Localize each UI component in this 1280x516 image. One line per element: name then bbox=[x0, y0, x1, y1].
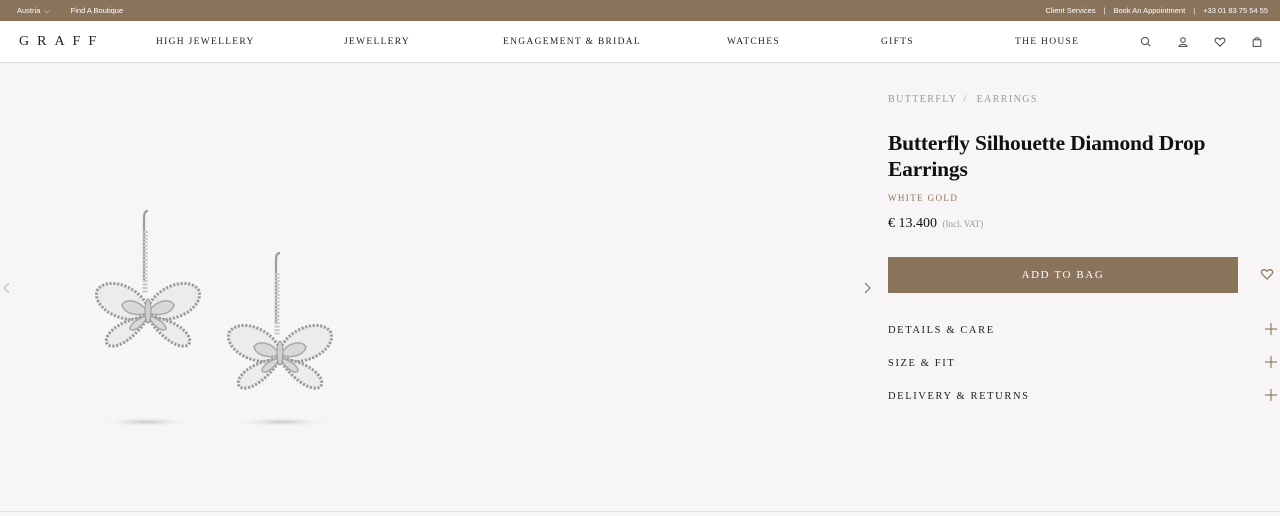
accordion-size-fit[interactable]: SIZE & FIT bbox=[888, 353, 1278, 373]
nav-item-high-jewellery[interactable]: HIGH JEWELLERY bbox=[156, 21, 255, 63]
country-selector[interactable]: Austria ⌵ bbox=[17, 6, 50, 16]
accordion-label: SIZE & FIT bbox=[888, 357, 956, 369]
wishlist-heart-icon[interactable] bbox=[1259, 266, 1275, 282]
graff-logo[interactable]: GRAFF bbox=[19, 21, 104, 63]
product-image-earrings bbox=[80, 141, 360, 451]
top-utility-bar: Austria ⌵ Find A Boutique Client Service… bbox=[0, 0, 1280, 21]
search-icon[interactable] bbox=[1139, 35, 1153, 49]
accordion-label: DETAILS & CARE bbox=[888, 324, 995, 336]
topbar-right: Client Services | Book An Appointment | … bbox=[1045, 0, 1268, 21]
gallery-prev-arrow[interactable] bbox=[0, 281, 14, 295]
breadcrumb-item-butterfly[interactable]: BUTTERFLY bbox=[888, 94, 957, 105]
breadcrumb: BUTTERFLY / EARRINGS bbox=[888, 94, 1038, 105]
product-gallery bbox=[0, 63, 878, 511]
account-icon[interactable] bbox=[1176, 35, 1190, 49]
bag-icon[interactable] bbox=[1250, 35, 1264, 49]
chevron-down-icon: ⌵ bbox=[42, 7, 50, 15]
separator: | bbox=[1193, 6, 1196, 15]
gallery-next-arrow[interactable] bbox=[860, 281, 874, 295]
book-appointment-link[interactable]: Book An Appointment bbox=[1113, 6, 1185, 15]
nav-item-the-house[interactable]: THE HOUSE bbox=[1015, 21, 1079, 63]
find-boutique-link[interactable]: Find A Boutique bbox=[71, 6, 124, 15]
product-metal: WHITE GOLD bbox=[888, 193, 959, 203]
plus-icon bbox=[1264, 355, 1278, 369]
price-value: € 13.400 bbox=[888, 216, 937, 231]
nav-item-watches[interactable]: WATCHES bbox=[727, 21, 780, 63]
separator: | bbox=[1103, 6, 1106, 15]
accordion-label: DELIVERY & RETURNS bbox=[888, 390, 1030, 402]
product-price: € 13.400 (Incl. VAT) bbox=[888, 216, 983, 232]
plus-icon bbox=[1264, 322, 1278, 336]
country-label: Austria bbox=[17, 5, 41, 15]
nav-item-engagement-bridal[interactable]: ENGAGEMENT & BRIDAL bbox=[503, 21, 641, 63]
client-services-link[interactable]: Client Services bbox=[1045, 6, 1095, 15]
phone-link[interactable]: +33 01 83 75 54 55 bbox=[1203, 6, 1268, 15]
nav-item-gifts[interactable]: GIFTS bbox=[881, 21, 914, 63]
vat-note: (Incl. VAT) bbox=[942, 219, 984, 229]
heart-icon[interactable] bbox=[1213, 35, 1227, 49]
product-title: Butterfly Silhouette Diamond Drop Earrin… bbox=[888, 131, 1206, 181]
breadcrumb-item-earrings[interactable]: EARRINGS bbox=[977, 94, 1038, 105]
plus-icon bbox=[1264, 388, 1278, 402]
add-to-bag-button[interactable]: ADD TO BAG bbox=[888, 257, 1238, 293]
accordion-details-care[interactable]: DETAILS & CARE bbox=[888, 320, 1278, 340]
nav-item-jewellery[interactable]: JEWELLERY bbox=[344, 21, 410, 63]
main-navigation: GRAFF HIGH JEWELLERY JEWELLERY ENGAGEMEN… bbox=[0, 21, 1280, 63]
breadcrumb-separator: / bbox=[963, 94, 968, 105]
page-divider bbox=[0, 511, 1280, 512]
topbar-left: Austria ⌵ Find A Boutique bbox=[17, 0, 123, 21]
accordion-delivery-returns[interactable]: DELIVERY & RETURNS bbox=[888, 386, 1278, 406]
